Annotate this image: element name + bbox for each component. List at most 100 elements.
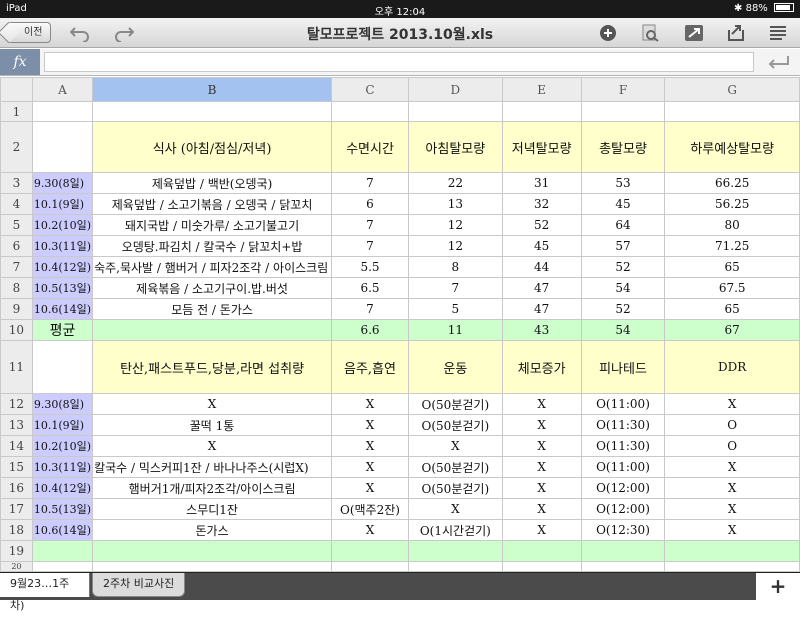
cell[interactable]: 10.5(13일) bbox=[31, 277, 94, 299]
cell[interactable]: 피나테드 bbox=[580, 340, 666, 394]
cell[interactable]: O(11:00) bbox=[580, 456, 666, 478]
cell[interactable]: X bbox=[501, 456, 582, 478]
row-header[interactable]: 20 bbox=[0, 561, 33, 572]
cell[interactable]: X bbox=[331, 414, 409, 436]
cell[interactable]: 9.30(8일) bbox=[31, 393, 94, 415]
cell[interactable]: 65 bbox=[664, 298, 800, 320]
cell[interactable]: X bbox=[407, 435, 503, 457]
cell[interactable]: 10.1(9일) bbox=[31, 414, 94, 436]
column-header-g[interactable]: G bbox=[664, 77, 800, 102]
cell[interactable]: 56.25 bbox=[664, 193, 800, 215]
cell[interactable]: 식사 (아침/점심/저녁) bbox=[92, 121, 333, 173]
cell[interactable] bbox=[92, 319, 333, 341]
row-header[interactable]: 19 bbox=[0, 540, 33, 562]
cell[interactable]: 돈가스 bbox=[92, 519, 333, 541]
cell[interactable]: 12 bbox=[407, 214, 503, 236]
cell[interactable]: X bbox=[92, 435, 333, 457]
cell[interactable]: O(1시간걷기) bbox=[407, 519, 503, 541]
cell[interactable]: O(50분걷기) bbox=[407, 393, 503, 415]
cell[interactable]: X bbox=[92, 393, 333, 415]
average-label[interactable]: 평균 bbox=[31, 319, 94, 341]
cell[interactable]: 7 bbox=[331, 235, 409, 257]
cell[interactable]: 54 bbox=[580, 319, 666, 341]
cell[interactable] bbox=[580, 561, 666, 572]
cell[interactable]: 오뎅탕.파김치 / 칼국수 / 닭꼬치+밥 bbox=[92, 235, 333, 257]
cell[interactable]: O(맥주2잔) bbox=[331, 498, 409, 520]
column-header-c[interactable]: C bbox=[331, 77, 409, 102]
sheet-tab-comparison[interactable]: 2주차 비교사진 bbox=[92, 573, 186, 597]
cell[interactable] bbox=[664, 540, 800, 562]
cell[interactable]: 57 bbox=[580, 235, 666, 257]
row-header[interactable]: 4 bbox=[0, 193, 33, 215]
cell[interactable]: 6.5 bbox=[331, 277, 409, 299]
cell[interactable]: X bbox=[407, 498, 503, 520]
cell[interactable]: O bbox=[664, 414, 800, 436]
column-header-b[interactable]: B bbox=[92, 77, 333, 102]
cell[interactable]: 65 bbox=[664, 256, 800, 278]
cell[interactable]: O(11:30) bbox=[580, 435, 666, 457]
cell[interactable] bbox=[501, 101, 582, 122]
cell[interactable]: 10.6(14일) bbox=[31, 519, 94, 541]
cell[interactable]: 47 bbox=[501, 298, 582, 320]
cell[interactable]: 10.4(12일) bbox=[31, 256, 94, 278]
cell[interactable]: 47 bbox=[501, 277, 582, 299]
cell[interactable] bbox=[407, 561, 503, 572]
row-header[interactable]: 13 bbox=[0, 414, 33, 436]
cell[interactable]: O(12:30) bbox=[580, 519, 666, 541]
cell[interactable] bbox=[31, 101, 94, 122]
cell[interactable]: X bbox=[501, 435, 582, 457]
cell[interactable]: 제육볶음 / 소고기구이.밥.버섯 bbox=[92, 277, 333, 299]
cell[interactable]: 22 bbox=[407, 172, 503, 194]
cell[interactable]: 66.25 bbox=[664, 172, 800, 194]
cell[interactable]: DDR bbox=[664, 340, 800, 394]
cell[interactable]: 음주,흡연 bbox=[331, 340, 409, 394]
cell[interactable] bbox=[331, 561, 409, 572]
cell[interactable] bbox=[664, 101, 800, 122]
row-header[interactable]: 12 bbox=[0, 393, 33, 415]
cell[interactable]: 71.25 bbox=[664, 235, 800, 257]
cell[interactable] bbox=[407, 101, 503, 122]
formula-input[interactable] bbox=[44, 52, 754, 72]
share-icon[interactable] bbox=[726, 24, 746, 42]
cell[interactable] bbox=[92, 101, 333, 122]
cell[interactable]: X bbox=[664, 477, 800, 499]
add-icon[interactable] bbox=[598, 24, 618, 42]
cell[interactable]: 31 bbox=[501, 172, 582, 194]
cell[interactable]: 44 bbox=[501, 256, 582, 278]
cell[interactable]: 제육덮밥 / 백반(오뎅국) bbox=[92, 172, 333, 194]
cell[interactable]: 9.30(8일) bbox=[31, 172, 94, 194]
row-header[interactable]: 1 bbox=[0, 101, 33, 122]
cell[interactable]: O(11:00) bbox=[580, 393, 666, 415]
cell[interactable]: 10.2(10일) bbox=[31, 214, 94, 236]
sheet-tab-active[interactable]: 9월23…1주차) bbox=[0, 573, 90, 612]
cell[interactable]: 10.3(11일) bbox=[31, 456, 94, 478]
row-header[interactable]: 3 bbox=[0, 172, 33, 194]
cell[interactable]: O(50분걷기) bbox=[407, 414, 503, 436]
cell[interactable]: 수면시간 bbox=[331, 121, 409, 173]
row-header[interactable]: 11 bbox=[0, 340, 33, 394]
cell[interactable] bbox=[92, 540, 333, 562]
row-header[interactable]: 6 bbox=[0, 235, 33, 257]
cell[interactable]: X bbox=[331, 393, 409, 415]
cell[interactable]: 67.5 bbox=[664, 277, 800, 299]
cell[interactable]: X bbox=[331, 435, 409, 457]
row-header[interactable]: 7 bbox=[0, 256, 33, 278]
cell[interactable]: 탄산,패스트푸드,당분,라면 섭취량 bbox=[92, 340, 333, 394]
cell[interactable]: O(50분걷기) bbox=[407, 477, 503, 499]
cell[interactable]: 80 bbox=[664, 214, 800, 236]
cell[interactable]: 5.5 bbox=[331, 256, 409, 278]
menu-icon[interactable] bbox=[768, 24, 788, 42]
cell[interactable]: 햄버거1개/피자2조각/아이스크림 bbox=[92, 477, 333, 499]
cell[interactable]: 10.6(14일) bbox=[31, 298, 94, 320]
cell[interactable] bbox=[580, 101, 666, 122]
cell[interactable]: 스무디1잔 bbox=[92, 498, 333, 520]
column-header-a[interactable]: A bbox=[31, 77, 94, 102]
cell[interactable]: 모듬 전 / 돈가스 bbox=[92, 298, 333, 320]
cell[interactable] bbox=[331, 101, 409, 122]
cell[interactable]: 제육덮밥 / 소고기볶음 / 오뎅국 / 닭꼬치 bbox=[92, 193, 333, 215]
cell[interactable] bbox=[331, 540, 409, 562]
cell[interactable]: X bbox=[501, 498, 582, 520]
cell[interactable]: X bbox=[501, 393, 582, 415]
row-header[interactable]: 14 bbox=[0, 435, 33, 457]
cell[interactable]: X bbox=[664, 456, 800, 478]
